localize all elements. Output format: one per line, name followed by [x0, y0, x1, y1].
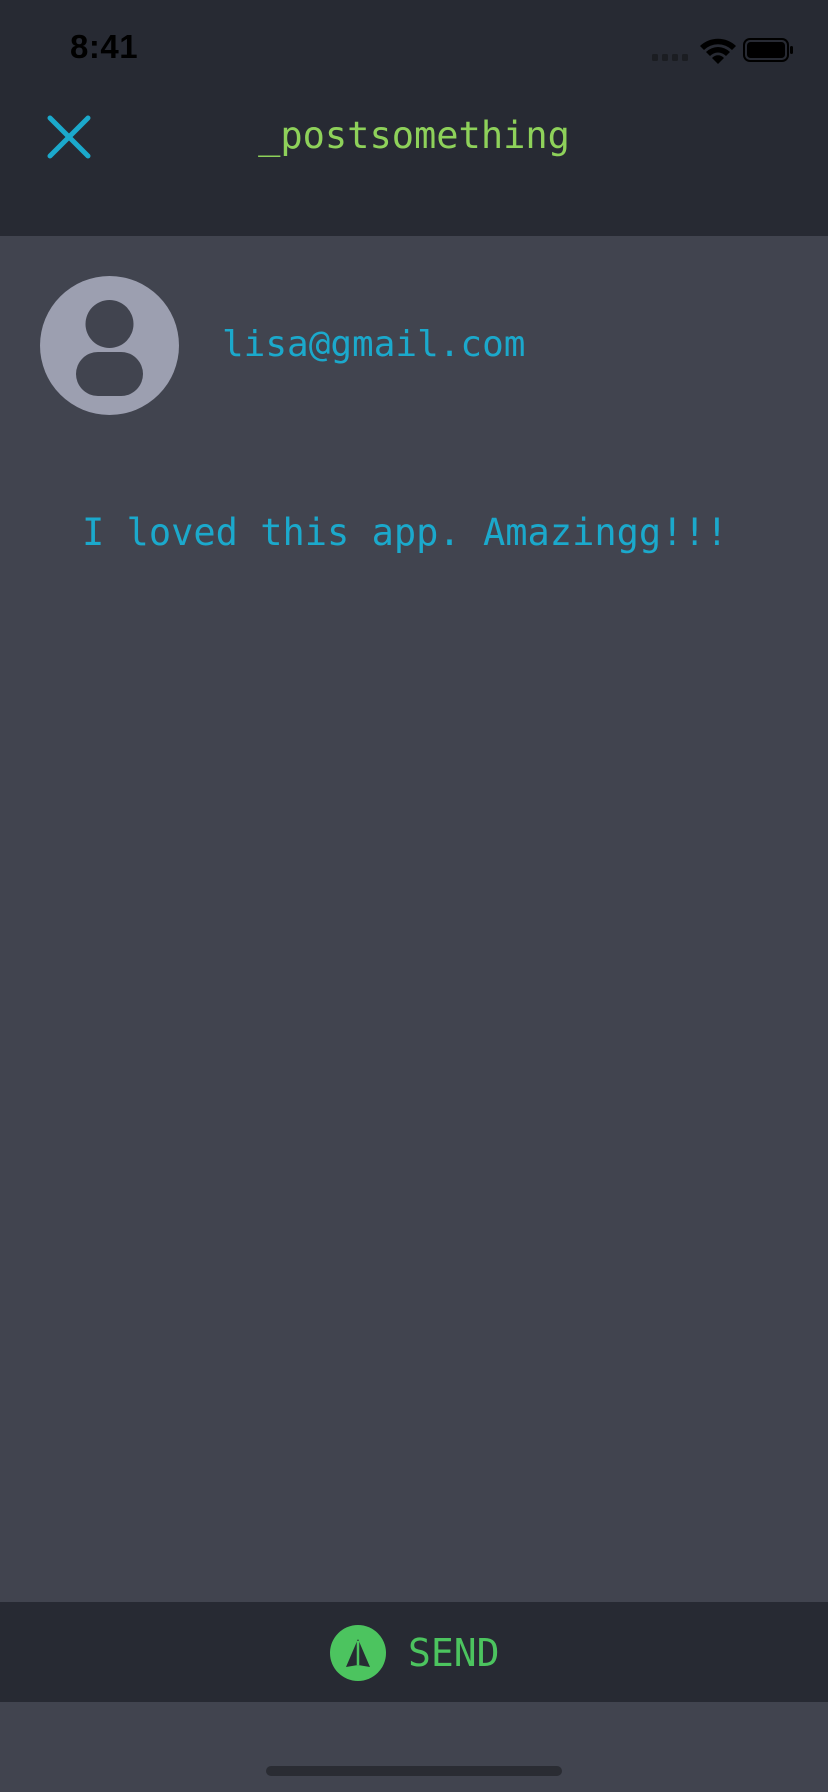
- profile-row: lisa@gmail.com: [40, 276, 800, 416]
- send-icon: [330, 1625, 386, 1681]
- bottom-bar: SEND: [0, 1602, 828, 1702]
- home-indicator[interactable]: [266, 1766, 562, 1776]
- battery-icon: [743, 38, 793, 62]
- send-button[interactable]: SEND: [330, 1624, 500, 1682]
- status-icons-svg: [652, 38, 793, 64]
- post-text-input[interactable]: I loved this app. Amazingg!!!: [82, 508, 782, 558]
- signal-icon: [652, 54, 688, 61]
- top-bar: 8:41 _postsomething: [0, 0, 828, 236]
- wifi-icon: [700, 38, 736, 64]
- post-compose-screen: 8:41 _postsomething lisa@gmail.com I lov…: [0, 0, 828, 1792]
- user-avatar-icon: [76, 300, 143, 396]
- page-title: _postsomething: [258, 114, 570, 157]
- send-icon-graphic: [346, 1639, 370, 1667]
- user-email: lisa@gmail.com: [222, 324, 526, 365]
- status-time: 8:41: [70, 28, 139, 65]
- avatar: [40, 276, 179, 415]
- status-icons: [614, 34, 794, 68]
- send-label: SEND: [408, 1631, 500, 1675]
